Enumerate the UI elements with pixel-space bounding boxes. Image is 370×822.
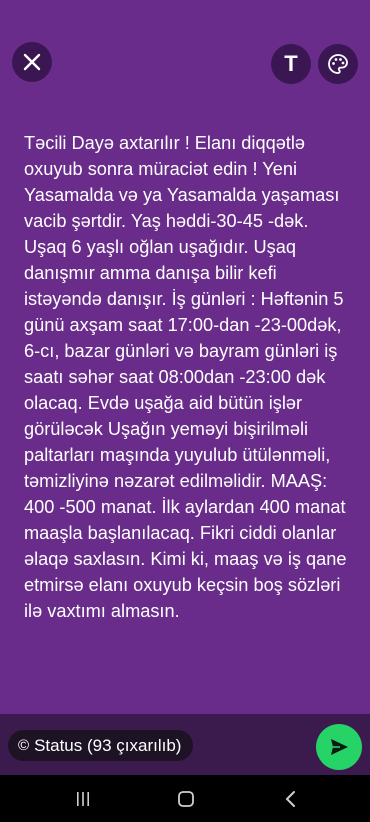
composer-bar: © Status (93 çıxarılıb): [0, 714, 370, 775]
recents-button[interactable]: [70, 787, 96, 811]
palette-icon: [328, 54, 348, 74]
background-color-button[interactable]: [318, 44, 358, 84]
status-audience-label: Status (93 çıxarılıb): [34, 735, 182, 755]
text-style-button[interactable]: T: [271, 44, 311, 84]
close-button[interactable]: [12, 42, 52, 82]
back-icon: [285, 791, 295, 807]
status-audience-button[interactable]: © Status (93 çıxarılıb): [8, 730, 194, 761]
send-button[interactable]: [316, 724, 362, 770]
text-style-label: T: [284, 51, 298, 76]
recents-icon: [77, 792, 89, 806]
circle-dashed-icon: ©: [18, 737, 30, 754]
send-icon: [331, 739, 348, 755]
back-button[interactable]: [278, 787, 304, 811]
home-button[interactable]: [173, 787, 199, 811]
status-text-editor[interactable]: Təcili Dayə axtarılır ! Elanı diqqətlə o…: [24, 130, 350, 624]
close-icon: [23, 53, 41, 71]
home-icon: [178, 791, 194, 807]
system-navigation-bar: [0, 775, 370, 822]
